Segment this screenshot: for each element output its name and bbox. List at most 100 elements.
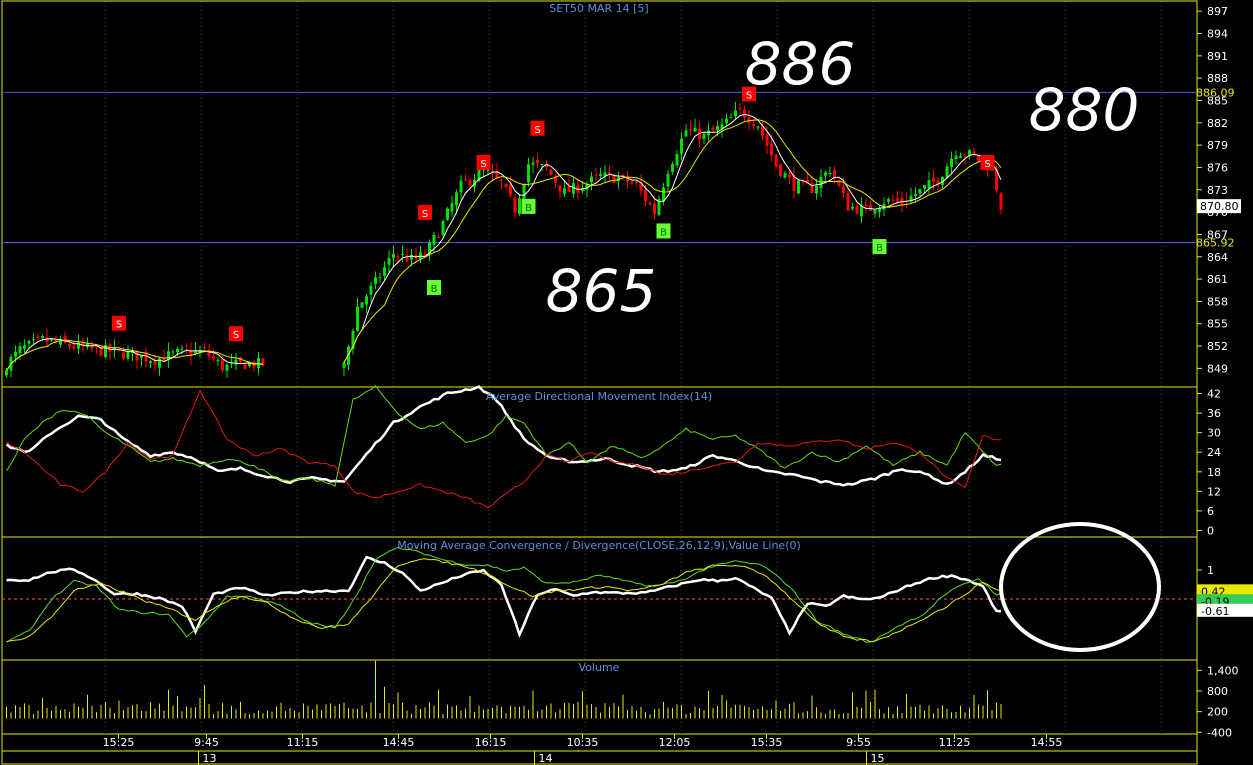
candle[interactable] (950, 158, 953, 167)
candle[interactable] (972, 151, 976, 154)
candle[interactable] (824, 172, 827, 176)
candle[interactable] (563, 188, 566, 194)
candle[interactable] (896, 198, 899, 201)
candle[interactable] (770, 143, 773, 156)
candle[interactable] (725, 118, 728, 124)
candle[interactable] (810, 182, 814, 193)
candle[interactable] (954, 155, 958, 160)
candle[interactable] (914, 194, 917, 197)
candle[interactable] (738, 107, 742, 109)
candle[interactable] (927, 180, 931, 189)
candle[interactable] (203, 347, 206, 349)
candle[interactable] (756, 126, 760, 128)
candle[interactable] (864, 204, 868, 206)
candle[interactable] (122, 352, 125, 359)
candle[interactable] (774, 154, 778, 167)
candle[interactable] (63, 336, 67, 343)
candle[interactable] (855, 205, 859, 214)
candle[interactable] (374, 277, 377, 284)
candle[interactable] (549, 169, 553, 175)
candle[interactable] (734, 110, 737, 117)
candle[interactable] (869, 204, 872, 211)
candle[interactable] (108, 344, 112, 352)
candle[interactable] (743, 109, 746, 118)
candle[interactable] (693, 127, 697, 132)
candle[interactable] (441, 220, 445, 235)
candle[interactable] (531, 162, 535, 165)
candle[interactable] (32, 338, 35, 340)
candle[interactable] (666, 173, 670, 187)
candle[interactable] (446, 208, 449, 220)
candle[interactable] (378, 277, 382, 279)
candle[interactable] (675, 154, 679, 166)
candle[interactable] (513, 198, 517, 213)
candle[interactable] (630, 182, 634, 184)
candle[interactable] (842, 186, 845, 193)
candle[interactable] (432, 234, 436, 245)
candle[interactable] (342, 362, 346, 368)
candle[interactable] (158, 358, 161, 368)
candle[interactable] (225, 364, 229, 371)
candle[interactable] (653, 203, 656, 215)
candle[interactable] (41, 336, 44, 339)
candle[interactable] (396, 256, 400, 258)
candle[interactable] (212, 355, 215, 359)
candle[interactable] (819, 177, 823, 189)
candle[interactable] (509, 184, 512, 196)
candle[interactable] (558, 185, 562, 192)
candle[interactable] (932, 178, 935, 182)
candle[interactable] (27, 340, 31, 344)
candle[interactable] (918, 188, 922, 194)
candle[interactable] (689, 128, 692, 131)
candle[interactable] (486, 170, 490, 172)
candle[interactable] (716, 126, 719, 131)
candle[interactable] (846, 192, 850, 211)
candle[interactable] (635, 181, 638, 183)
candle[interactable] (873, 210, 877, 214)
candle[interactable] (797, 180, 800, 194)
candle[interactable] (540, 164, 544, 166)
candle[interactable] (437, 236, 440, 238)
candle[interactable] (891, 199, 895, 201)
candle[interactable] (752, 124, 755, 126)
candle[interactable] (180, 348, 184, 350)
candle[interactable] (648, 202, 652, 205)
candle[interactable] (18, 346, 22, 354)
candle[interactable] (50, 339, 53, 341)
candle[interactable] (671, 164, 674, 172)
candle[interactable] (702, 133, 706, 140)
candle[interactable] (257, 358, 260, 368)
candle[interactable] (126, 351, 130, 359)
candle[interactable] (176, 348, 179, 353)
candle[interactable] (392, 253, 395, 258)
candle[interactable] (234, 359, 238, 365)
candle[interactable] (401, 253, 404, 255)
candle[interactable] (356, 306, 359, 332)
candle[interactable] (612, 174, 616, 183)
candle[interactable] (504, 183, 508, 187)
candle[interactable] (783, 173, 787, 178)
candle[interactable] (243, 364, 247, 369)
candle[interactable] (959, 156, 962, 158)
candle[interactable] (383, 267, 386, 276)
candle[interactable] (828, 172, 832, 174)
candle[interactable] (410, 254, 413, 260)
candle[interactable] (36, 336, 40, 338)
candle[interactable] (455, 192, 458, 206)
candle[interactable] (527, 164, 530, 183)
candle[interactable] (608, 172, 611, 174)
candle[interactable] (522, 184, 526, 201)
candle[interactable] (900, 198, 904, 204)
candle[interactable] (221, 358, 224, 371)
candle[interactable] (644, 190, 647, 201)
candle[interactable] (518, 198, 521, 214)
candle[interactable] (468, 179, 472, 186)
candle[interactable] (369, 285, 373, 295)
candle[interactable] (450, 203, 454, 212)
candle[interactable] (887, 198, 890, 202)
candle[interactable] (599, 174, 602, 177)
candle[interactable] (149, 361, 152, 364)
candle[interactable] (779, 164, 782, 176)
candle[interactable] (68, 343, 71, 347)
candle[interactable] (999, 193, 1003, 210)
